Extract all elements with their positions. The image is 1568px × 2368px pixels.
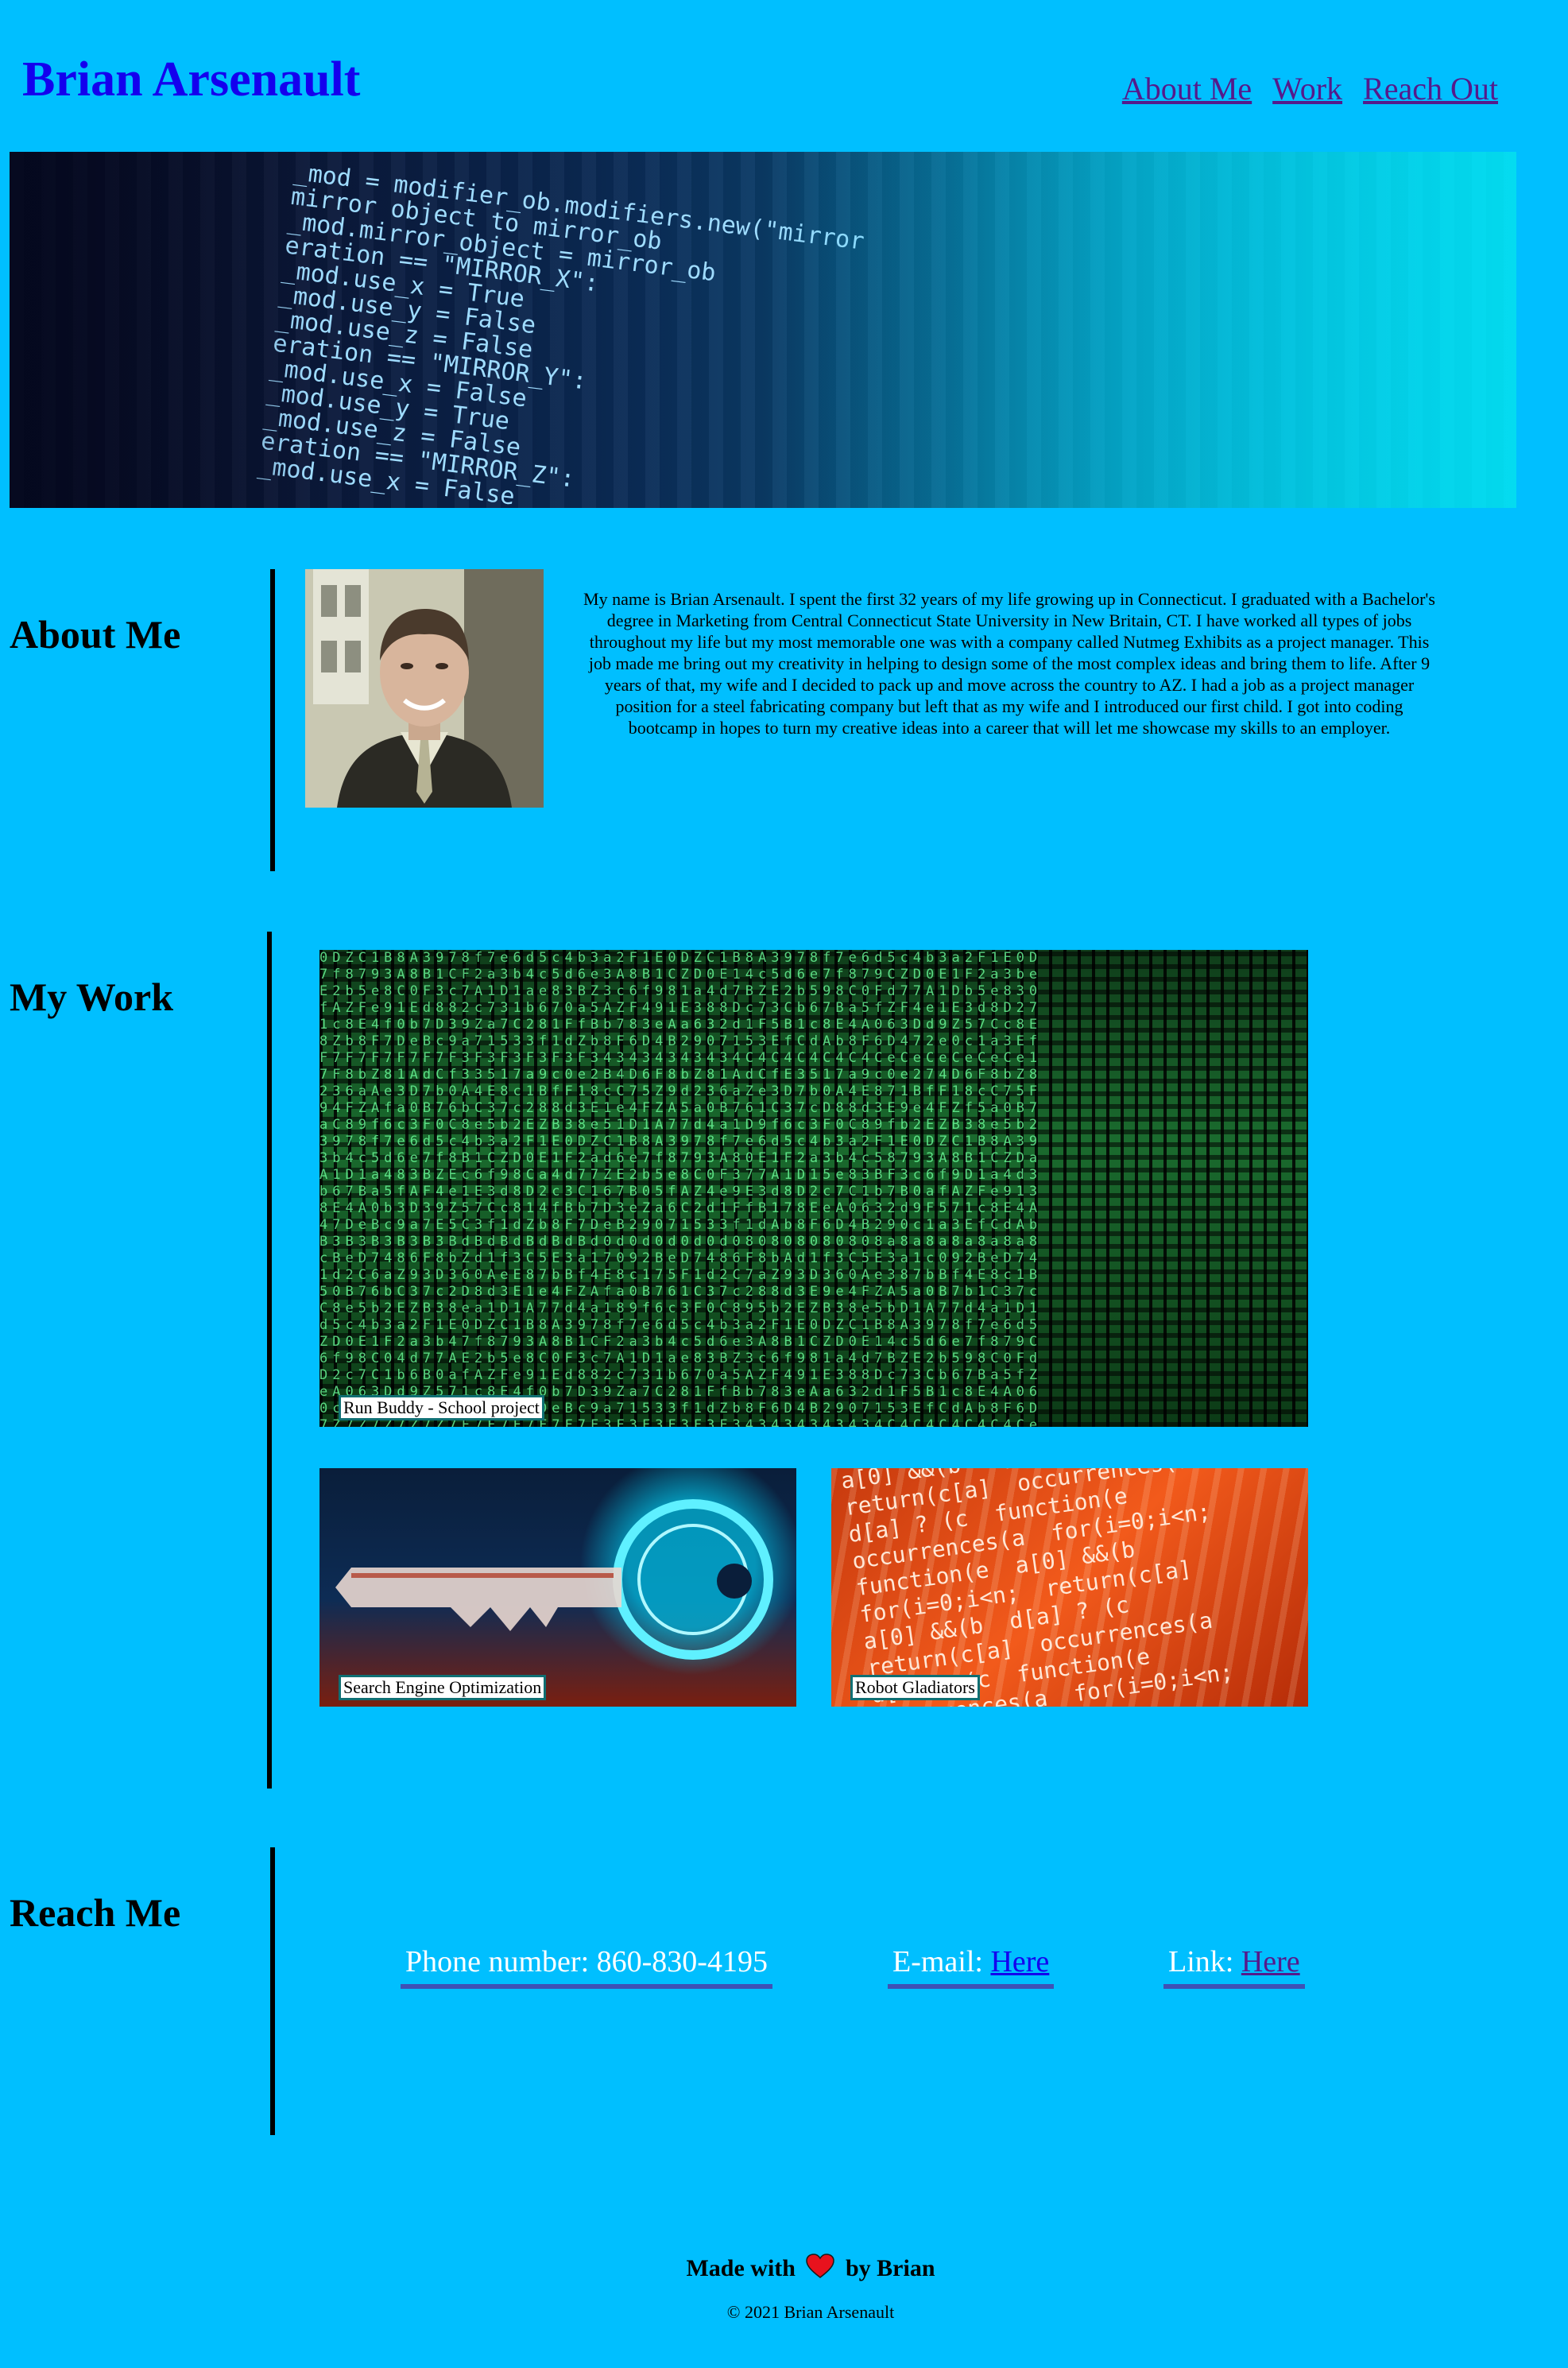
- nav-about-link[interactable]: About Me: [1122, 67, 1252, 111]
- project-label[interactable]: Robot Gladiators: [850, 1675, 980, 1700]
- email-label: E-mail:: [892, 1945, 983, 1979]
- code-pattern: a[0] &&(b d[a] ? (c return(c[a] occurren…: [839, 1468, 1235, 1707]
- key-icon: [335, 1499, 773, 1660]
- work-divider: [267, 932, 272, 1789]
- link-contact: Link: Here: [1163, 1941, 1305, 1989]
- hero-gradient: [10, 152, 1516, 508]
- project-card-robot-gladiators[interactable]: a[0] &&(b d[a] ? (c return(c[a] occurren…: [831, 1468, 1308, 1707]
- project-label[interactable]: Run Buddy - School project: [339, 1395, 544, 1420]
- footer-made-prefix: Made with: [686, 2255, 796, 2281]
- heart-icon: [806, 2254, 835, 2288]
- reach-heading: Reach Me: [10, 1890, 181, 1935]
- avatar-portrait: [305, 569, 544, 808]
- site-title: Brian Arsenault: [22, 52, 361, 107]
- main-nav: About Me Work Reach Out: [1122, 67, 1498, 111]
- reach-divider: [270, 1847, 275, 2135]
- profile-link[interactable]: Here: [1241, 1945, 1300, 1979]
- project-label[interactable]: Search Engine Optimization: [339, 1675, 547, 1700]
- project-card-run-buddy[interactable]: 0DZC1B8A3978f7e6d5c4b3a2F1E0DZC1B8A3978f…: [319, 950, 1308, 1427]
- about-text: My name is Brian Arsenault. I spent the …: [583, 589, 1435, 738]
- phone-contact: Phone number: 860-830-4195: [401, 1941, 772, 1989]
- avatar: [305, 569, 544, 808]
- email-link[interactable]: Here: [990, 1945, 1049, 1979]
- email-contact: E-mail: Here: [888, 1941, 1055, 1989]
- footer-made-suffix: by Brian: [845, 2255, 935, 2281]
- about-divider: [270, 569, 275, 871]
- nav-reach-link[interactable]: Reach Out: [1363, 67, 1498, 111]
- matrix-rain: 0DZC1B8A3978f7e6d5c4b3a2F1E0DZC1B8A3978f…: [319, 950, 1043, 1427]
- footer-made-with: Made with by Brian: [0, 2253, 1568, 2288]
- nav-work-link[interactable]: Work: [1272, 67, 1342, 111]
- about-heading: About Me: [10, 612, 181, 657]
- work-heading: My Work: [10, 975, 174, 1019]
- link-label: Link:: [1168, 1945, 1234, 1979]
- hero-banner: _mod = modifier_ob.modifiers.new("mirror…: [10, 152, 1516, 508]
- project-card-seo[interactable]: Search Engine Optimization: [319, 1468, 796, 1707]
- phone-number: Phone number: 860-830-4195: [405, 1945, 768, 1979]
- copyright: © 2021 Brian Arsenault: [726, 2302, 895, 2322]
